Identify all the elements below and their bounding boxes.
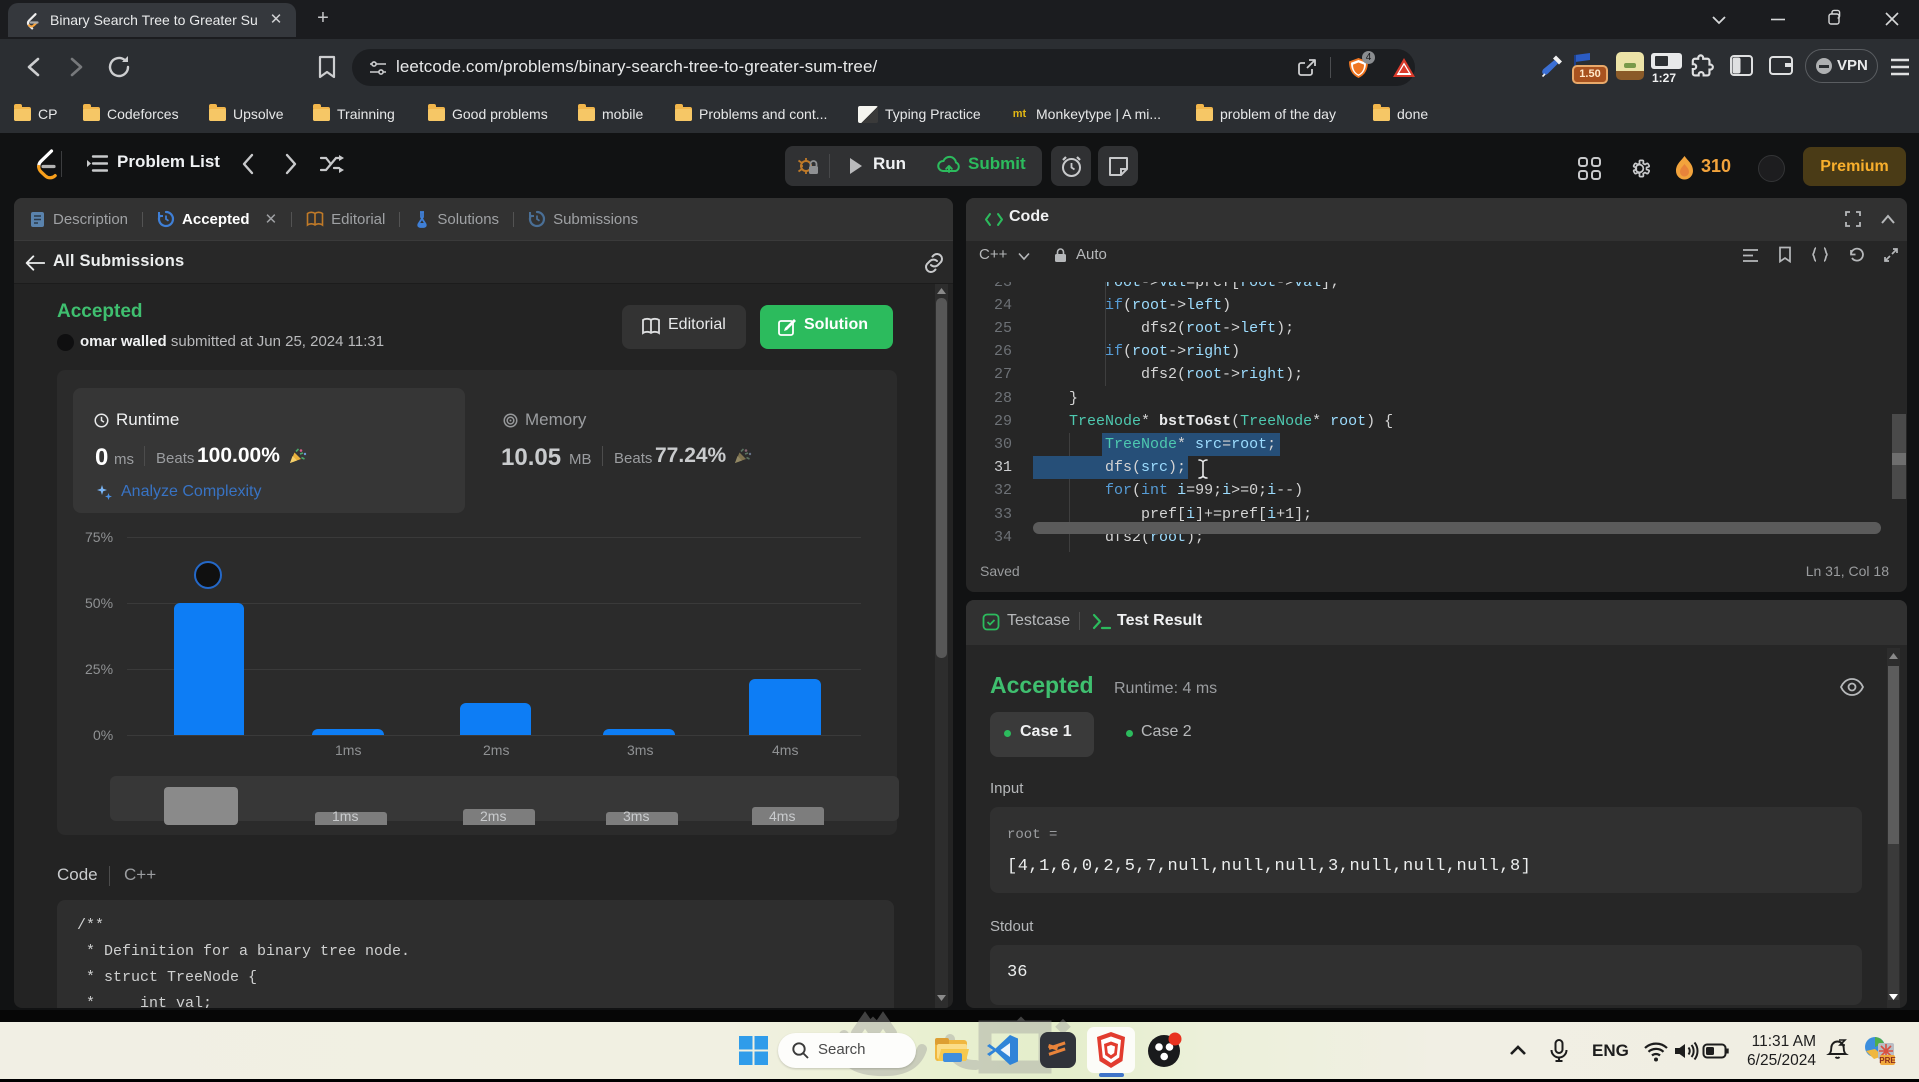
svg-text:PRE: PRE xyxy=(1879,1056,1896,1065)
